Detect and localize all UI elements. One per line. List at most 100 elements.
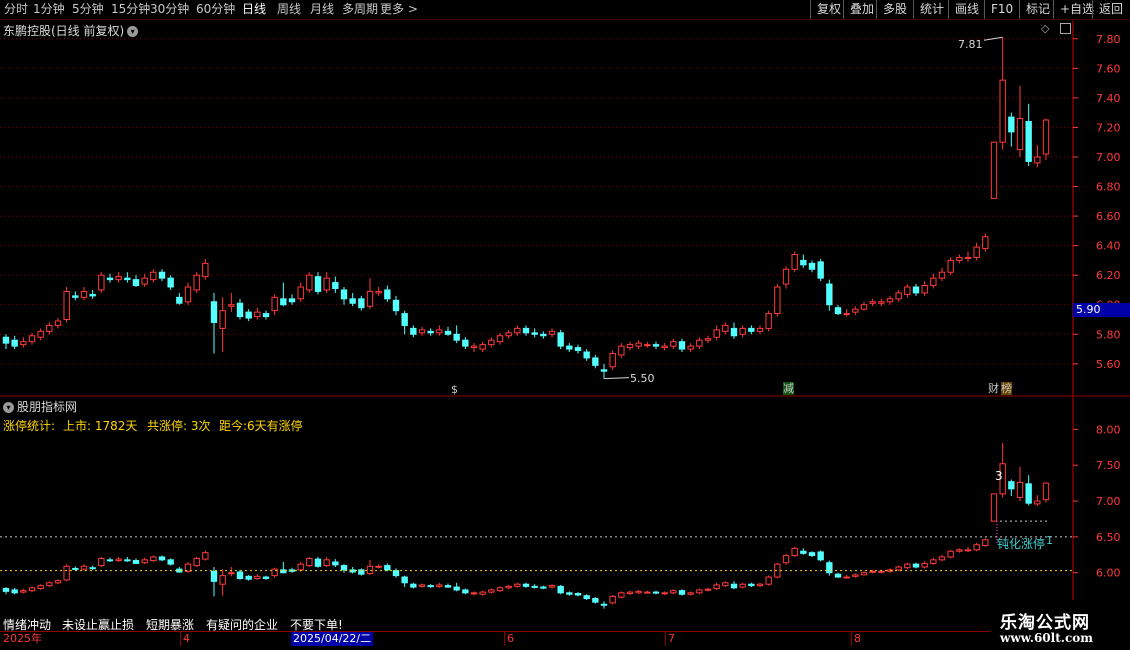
period-weekly[interactable]: 周线	[277, 1, 301, 18]
price-tick-label: 7.40	[1096, 92, 1121, 105]
candle-body	[1042, 119, 1050, 155]
indicator-axis-ticks: 8.00 7.50 7.00 6.50 6.00	[1073, 423, 1121, 580]
candle-body	[670, 341, 677, 347]
ind-candle-body	[1016, 481, 1024, 498]
diamond-icon[interactable]: ◇	[1041, 22, 1049, 35]
limit-annotation-text: 钝化涨停	[997, 537, 1046, 551]
ind-candle-body	[756, 583, 764, 587]
period-1min[interactable]: 1分钟	[33, 1, 65, 18]
action-overlay[interactable]: 叠加	[843, 0, 880, 19]
marker-finance[interactable]: 财	[988, 382, 999, 395]
candle-body	[522, 327, 530, 334]
period-30min[interactable]: 30分钟	[150, 1, 189, 18]
ind-candle-body	[869, 570, 876, 573]
marker-rank[interactable]: 榜	[1001, 382, 1012, 395]
price-tick-label: 7.80	[1096, 33, 1121, 46]
date-month-7: 7	[665, 632, 675, 646]
candle-body	[418, 329, 426, 334]
indicator-pane-title[interactable]: ▾ 股朋指标网	[3, 398, 77, 415]
action-draw[interactable]: 画线	[948, 0, 985, 19]
candle-body	[453, 333, 460, 341]
price-axis-ticks: 7.807.607.407.207.006.806.606.406.206.00…	[1073, 33, 1121, 371]
candle-body	[462, 339, 469, 347]
candle-body	[167, 277, 174, 288]
candle-body	[193, 274, 200, 291]
chart-area: 7.80 7.60 7.40 7.20 7.00 6.80 6.60 6.40 6.20 6.00…	[0, 20, 1130, 614]
ind-candle-body	[479, 591, 486, 595]
ind-candle-body	[678, 590, 686, 595]
action-f10[interactable]: F10	[984, 0, 1019, 19]
action-adjust[interactable]: 复权	[810, 0, 847, 19]
candle-body	[297, 286, 304, 300]
ind-candle-body	[401, 576, 408, 584]
chevron-down-icon[interactable]: ▾	[3, 402, 14, 413]
candle-body	[28, 335, 36, 343]
ind-candle-body	[505, 585, 512, 589]
candle-body	[132, 279, 140, 287]
candle-body	[444, 330, 452, 335]
chevron-down-icon[interactable]: ▾	[127, 26, 139, 37]
ind-candle-body	[609, 595, 616, 604]
candle-body	[115, 276, 122, 281]
candle-body	[436, 329, 443, 334]
main-pane-title-text: 东鹏控股(日线 前复权)	[3, 24, 125, 38]
period-more[interactable]: 更多 >	[380, 1, 418, 18]
candle-body	[54, 320, 62, 326]
period-timeshare[interactable]: 分时	[4, 1, 28, 18]
ind-candle-body	[1034, 500, 1041, 505]
ind-candle-body	[98, 557, 105, 567]
ind-candle-body	[496, 587, 504, 592]
price-tick-label: 5.60	[1096, 358, 1121, 371]
candle-body	[124, 277, 131, 281]
action-stats[interactable]: 统计	[913, 0, 950, 19]
ind-tick-label: 6.50	[1096, 531, 1121, 544]
main-pane-title[interactable]: 东鹏控股(日线 前复权) ▾	[3, 22, 139, 39]
candle-body	[947, 259, 954, 273]
ind-candle-body	[956, 549, 963, 552]
candle-body	[886, 298, 894, 303]
candle-body	[540, 333, 547, 337]
period-daily[interactable]: 日线	[242, 1, 266, 18]
candle-body	[756, 327, 764, 332]
candle-body	[106, 277, 114, 281]
ind-candle-body	[262, 576, 270, 579]
candle-body	[63, 290, 70, 321]
period-5min[interactable]: 5分钟	[72, 1, 104, 18]
ind-candle-body	[843, 576, 850, 579]
ind-tick-label: 7.00	[1096, 495, 1121, 508]
marker-dollar[interactable]: $	[451, 383, 458, 396]
candle-body	[514, 327, 521, 334]
action-multi-stock[interactable]: 多股	[876, 0, 913, 19]
ind-candle-body	[1042, 482, 1050, 501]
candle-body	[349, 298, 356, 304]
action-mark[interactable]: 标记	[1019, 0, 1056, 19]
ind-candle-body	[670, 590, 677, 594]
candle-body	[713, 329, 720, 338]
action-back[interactable]: 返回	[1092, 0, 1129, 19]
ind-candle-body	[661, 592, 668, 595]
marker-reduce[interactable]: 减	[783, 382, 794, 395]
candle-body	[254, 311, 261, 318]
price-tick-label: 7.60	[1096, 62, 1121, 75]
candle-body	[938, 271, 946, 279]
period-15min[interactable]: 15分钟	[111, 1, 150, 18]
candle-body	[904, 286, 911, 295]
candle-body	[644, 344, 651, 347]
indicator-reference-lines	[0, 520, 1073, 572]
window-icon[interactable]	[1060, 23, 1071, 34]
period-monthly[interactable]: 月线	[310, 1, 334, 18]
ind-candle-body	[782, 555, 790, 564]
current-price-marker: 5.90	[1073, 303, 1130, 317]
candle-body	[470, 345, 478, 349]
candle-body	[262, 313, 270, 318]
ind-candle-body	[210, 570, 218, 582]
period-multi[interactable]: 多周期	[342, 1, 378, 18]
price-tick-label: 7.00	[1096, 151, 1121, 164]
date-axis: 2025年 4 2025/04/22/二 6 7 8	[0, 631, 1000, 648]
period-60min[interactable]: 60分钟	[196, 1, 235, 18]
ind-candle-body	[141, 559, 148, 564]
ind-candle-body	[644, 591, 651, 594]
candle-body	[479, 344, 486, 350]
date-selected[interactable]: 2025/04/22/二	[291, 632, 374, 646]
candle-body	[20, 341, 27, 346]
